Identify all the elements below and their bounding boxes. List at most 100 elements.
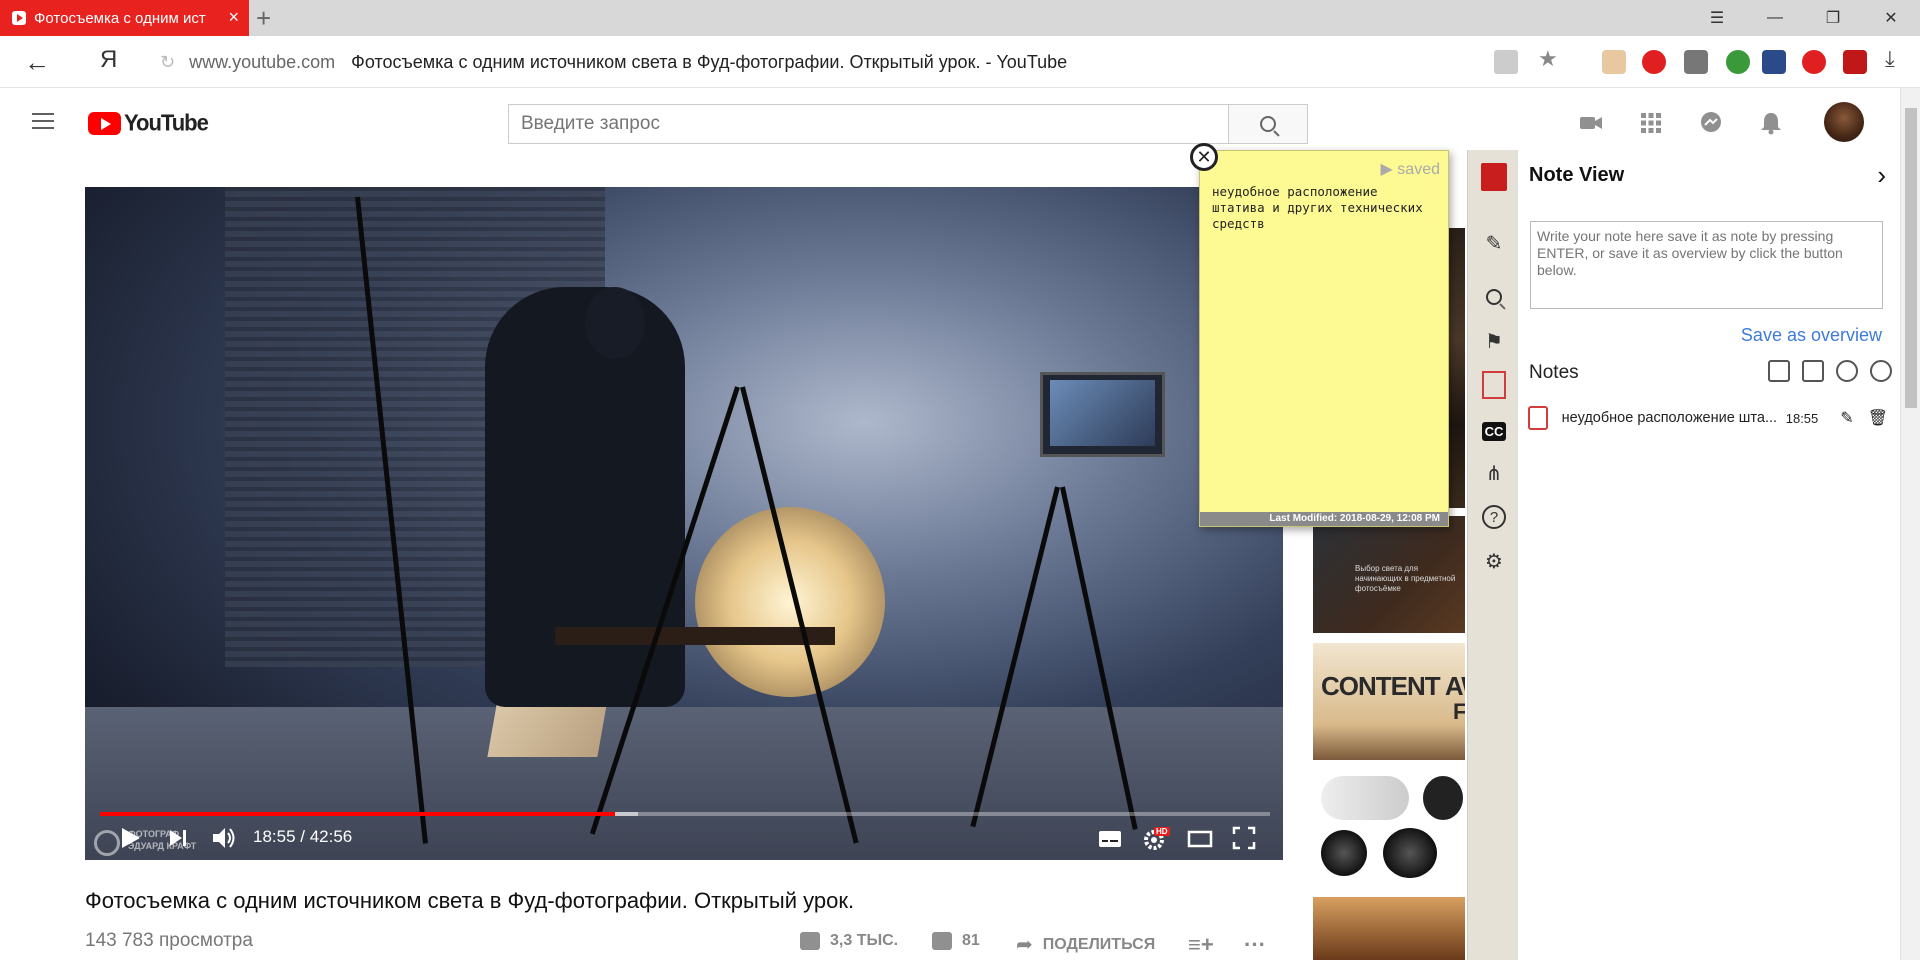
next-video-icon[interactable] bbox=[168, 828, 190, 848]
channel-watermark: ФОТОГРАФ ЭДУАРД КРАФТ bbox=[92, 828, 222, 856]
note-item-text[interactable]: неудобное расположение шта... bbox=[1562, 410, 1782, 426]
like-count: 3,3 ТЫС. bbox=[830, 932, 899, 949]
hamburger-menu-icon[interactable] bbox=[32, 113, 54, 129]
youtube-play-logo-icon bbox=[88, 111, 121, 135]
edit-note-icon[interactable]: ✎ bbox=[1840, 408, 1853, 428]
hierarchy-icon[interactable]: ⋔ bbox=[1481, 460, 1507, 486]
delete-note-icon[interactable]: 🗑 bbox=[1868, 408, 1888, 428]
extension-shield-icon[interactable] bbox=[1726, 50, 1750, 74]
pencil-icon[interactable]: ✎ bbox=[1481, 230, 1507, 256]
folder-icon[interactable] bbox=[1802, 360, 1824, 382]
recommended-thumbnail-3[interactable]: CONTENT AWA F bbox=[1313, 643, 1465, 760]
like-button[interactable]: 3,3 ТЫС. bbox=[800, 932, 898, 950]
sticky-status: ▶ saved bbox=[1380, 161, 1440, 178]
youtube-favicon-icon bbox=[12, 11, 26, 25]
extension-stop-icon[interactable] bbox=[1802, 50, 1826, 74]
sync-icon[interactable] bbox=[1836, 360, 1858, 382]
extension-adobe-icon[interactable] bbox=[1642, 50, 1666, 74]
share-icon[interactable] bbox=[1870, 360, 1892, 382]
notes-book-icon[interactable] bbox=[1481, 371, 1507, 399]
url-page-title: Фотосъемка с одним источником света в Фу… bbox=[351, 51, 1068, 72]
thumbs-up-icon bbox=[800, 932, 820, 950]
video-time-display: 18:55 / 42:56 bbox=[253, 827, 353, 846]
hd-badge: HD bbox=[1154, 827, 1170, 836]
closed-captions-icon[interactable]: CC bbox=[1481, 418, 1507, 444]
dislike-button[interactable]: 81 bbox=[932, 932, 980, 950]
url-domain: www.youtube.com bbox=[189, 51, 336, 72]
yandex-logo[interactable]: Я bbox=[100, 46, 117, 74]
note-list-item[interactable]: неудобное расположение шта... 18:55 ✎ 🗑 bbox=[1528, 403, 1888, 433]
sticky-last-modified: Last Modified: 2018-08-29, 12:08 PM bbox=[1200, 512, 1448, 526]
theater-mode-icon[interactable] bbox=[1187, 830, 1213, 848]
share-button[interactable]: ➦ ПОДЕЛИТЬСЯ bbox=[1016, 932, 1155, 957]
tab-close-icon[interactable]: × bbox=[228, 7, 239, 28]
recommended-thumbnail-4[interactable] bbox=[1313, 770, 1465, 887]
recommended-thumbnail-2[interactable]: Выбор света для начинающих в предметной … bbox=[1313, 516, 1465, 633]
search-input[interactable] bbox=[509, 105, 1257, 143]
search-notes-icon[interactable] bbox=[1768, 360, 1790, 382]
restore-icon[interactable]: ❐ bbox=[1804, 0, 1862, 36]
recommended-thumbnail-5[interactable] bbox=[1313, 897, 1465, 960]
sticky-note-text[interactable]: неудобное расположение штатива и других … bbox=[1212, 184, 1432, 232]
play-icon[interactable] bbox=[118, 826, 142, 850]
add-to-playlist-icon[interactable]: ≡+ bbox=[1188, 932, 1214, 958]
thumbnail-2-caption: Выбор света для начинающих в предметной … bbox=[1355, 564, 1456, 593]
note-input[interactable] bbox=[1530, 221, 1883, 309]
search-box bbox=[508, 104, 1258, 144]
help-icon[interactable]: ? bbox=[1481, 504, 1507, 530]
apps-grid-icon[interactable] bbox=[1638, 110, 1664, 136]
tab-menu-icon[interactable]: ☰ bbox=[1688, 0, 1746, 36]
subtitles-icon[interactable] bbox=[1098, 830, 1122, 848]
browser-tab-bar: Фотосъемка с одним ист × + ☰ — ❐ ✕ bbox=[0, 0, 1920, 36]
extension-fox-icon[interactable] bbox=[1602, 50, 1626, 74]
lens-image-icon bbox=[1321, 830, 1367, 876]
bookmark-list-icon[interactable]: ⚑ bbox=[1481, 328, 1507, 354]
lens-image-icon bbox=[1383, 828, 1437, 878]
active-tab[interactable]: Фотосъемка с одним ист × bbox=[0, 0, 249, 36]
sticky-close-icon[interactable]: ✕ bbox=[1190, 143, 1218, 171]
page-scrollbar[interactable] bbox=[1900, 88, 1920, 960]
extension-cursor-icon[interactable] bbox=[1684, 50, 1708, 74]
lens-image-icon bbox=[1321, 776, 1409, 820]
close-window-icon[interactable]: ✕ bbox=[1862, 0, 1920, 36]
sticky-note[interactable]: ▶ saved неудобное расположение штатива и… bbox=[1199, 150, 1449, 527]
address-field[interactable]: ↻ www.youtube.com Фотосъемка с одним ист… bbox=[150, 44, 1540, 80]
back-arrow-icon[interactable]: ← bbox=[24, 47, 50, 78]
youtube-logo-text: YouTube bbox=[124, 109, 209, 136]
more-options-icon[interactable]: ··· bbox=[1244, 932, 1266, 958]
note-item-timestamp[interactable]: 18:55 bbox=[1786, 411, 1819, 426]
reload-icon[interactable]: ↻ bbox=[160, 52, 175, 73]
settings-icon[interactable]: ⚙ bbox=[1481, 548, 1507, 574]
lock-icon[interactable] bbox=[1494, 50, 1518, 74]
volume-icon[interactable] bbox=[211, 826, 237, 850]
search-icon[interactable] bbox=[1481, 284, 1507, 310]
search-button[interactable] bbox=[1228, 104, 1308, 144]
scrollbar-thumb[interactable] bbox=[1905, 108, 1917, 408]
user-avatar[interactable] bbox=[1824, 102, 1864, 142]
fullscreen-icon[interactable] bbox=[1232, 826, 1256, 850]
create-video-icon[interactable] bbox=[1578, 110, 1604, 136]
youtube-logo[interactable]: YouTube bbox=[88, 109, 209, 136]
thumbs-down-icon bbox=[932, 932, 952, 950]
collapse-chevron-icon[interactable]: › bbox=[1877, 160, 1886, 191]
video-progress-bar[interactable] bbox=[100, 812, 1270, 816]
video-frame-head bbox=[585, 287, 645, 359]
download-icon[interactable]: ⤓ bbox=[1885, 46, 1895, 72]
bookmark-star-icon[interactable]: ★ bbox=[1538, 46, 1558, 72]
extension-video-notes-icon[interactable] bbox=[1843, 50, 1867, 74]
notifications-bell-icon[interactable] bbox=[1758, 110, 1784, 136]
extension-dictionary-icon[interactable] bbox=[1762, 50, 1786, 74]
share-arrow-icon: ➦ bbox=[1016, 934, 1033, 956]
search-icon bbox=[1260, 116, 1276, 132]
minimize-icon[interactable]: — bbox=[1746, 0, 1804, 36]
note-view-panel: Note View › Save as overview Notes неудо… bbox=[1517, 150, 1900, 960]
save-as-overview-button[interactable]: Save as overview bbox=[1741, 325, 1882, 346]
panel-title: Note View bbox=[1529, 164, 1625, 186]
video-player[interactable] bbox=[85, 187, 1283, 860]
new-tab-icon[interactable]: + bbox=[256, 3, 271, 34]
dislike-count: 81 bbox=[962, 932, 980, 949]
progress-buffered bbox=[614, 812, 639, 816]
video-notes-logo-icon[interactable] bbox=[1481, 163, 1507, 191]
messages-icon[interactable] bbox=[1698, 110, 1724, 136]
notes-heading: Notes bbox=[1529, 362, 1579, 383]
